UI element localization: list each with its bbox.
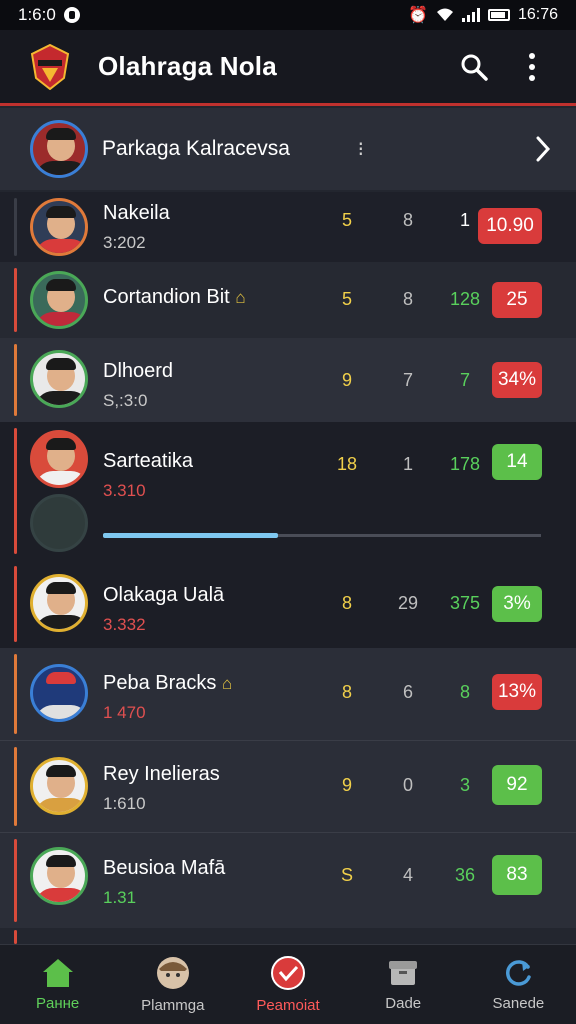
player-sub: 3.310 [103,481,146,500]
player-sub: 1 470 [103,703,146,722]
league-avatar [30,120,88,178]
player-sub: S,:3:0 [103,391,148,410]
league-options-icon[interactable]: ⁝ [358,137,364,162]
player-avatar [30,757,88,815]
score-badge: 14 [492,444,542,480]
nav-home[interactable]: Pанне [0,945,115,1024]
player-name: Sarteatika [103,450,194,472]
battery-icon [487,9,510,21]
club-crest-avatar [30,494,88,552]
stat-col-2: 7 [402,370,413,390]
box-icon [389,961,418,985]
player-name: Peba Bracks ⌂ [103,672,233,694]
app-title: Olahraga Nola [98,51,277,81]
player-name: Olakaga Ualā [103,584,225,606]
player-name: Nakeila [103,202,170,224]
league-name: Parkaga Kalracevsa [102,137,290,160]
player-row-expanded[interactable]: Sarteatika 3.310 18 1 178 14 [0,422,576,560]
score-badge: 25 [492,282,542,318]
player-sub: 1.31 [103,888,137,907]
stat-col-2: 29 [397,593,419,613]
wifi-icon [436,8,453,21]
player-row[interactable]: Cortandion Bit ⌂ 5 8 128 25 [0,262,576,338]
stat-col-1: 5 [341,210,352,230]
score-badge: 10.90 [478,208,542,244]
player-avatar [30,664,88,722]
player-name: Rey Inelieras [103,763,220,785]
chevron-right-icon[interactable] [534,135,552,163]
player-row[interactable]: Nakeila 3:202 5 8 1 10.90 [0,192,576,262]
stat-col-1: 8 [341,593,352,613]
stat-col-1: 18 [336,454,358,474]
player-sub: 3.332 [103,615,146,634]
nav-refresh[interactable]: Sanede [461,945,576,1024]
status-right-text: 16:76 [517,6,558,23]
progress-fill [103,533,279,538]
nav-box[interactable]: Dade [346,945,461,1024]
score-badge: 92 [492,765,542,805]
player-name: Cortandion Bit ⌂ [103,286,246,308]
stat-col-1: 8 [341,682,352,702]
player-name: Beusioa Mafā [103,857,226,879]
status-time: 1:6:0 [18,5,56,24]
stat-col-1: 9 [341,370,352,390]
progress-bar [103,533,541,538]
home-icon [42,959,73,987]
search-icon[interactable] [454,47,494,87]
signal-icon [461,8,480,22]
house-icon: ⌂ [235,288,246,307]
league-header-row[interactable]: Parkaga Kalracevsa ⁝ [0,108,576,190]
app-bar: Olahraga Nola [0,30,576,106]
stat-col-1: 9 [341,775,352,795]
stat-col-2: 0 [402,775,413,795]
stat-col-3: 3 [459,775,470,795]
player-row[interactable]: Beusioa Mafā 1.31 S 4 36 83 [0,832,576,928]
stat-col-3: 128 [449,289,481,309]
player-row[interactable]: Peba Bracks ⌂ 1 470 8 6 8 13% [0,648,576,740]
alarm-icon: ⏰ [408,7,428,24]
club-logo-icon [30,43,70,90]
check-badge-icon [271,956,305,990]
status-bar: 1:6:0 ⏰ 16:76 [0,0,576,30]
player-avatar [30,350,88,408]
stat-col-2: 6 [402,682,413,702]
player-row[interactable]: Rey Inelieras 1:610 9 0 3 92 [0,740,576,832]
stat-col-3: 178 [449,454,481,474]
player-sub: 3:202 [103,233,146,252]
nav-center[interactable]: Peamoiat [230,945,345,1024]
player-name: Dlhoerd [103,360,174,382]
score-badge: 13% [492,674,542,710]
notification-icon [63,7,80,23]
stat-col-2: 8 [402,289,413,309]
player-avatar [30,574,88,632]
player-avatar [30,430,88,488]
bottom-navigation: Pанне Рlаmmga Peamoiat Dade Sanede [0,944,576,1024]
player-row-partial[interactable] [0,928,576,944]
player-row[interactable]: Olakaga Ualā 3.332 8 29 375 3% [0,560,576,648]
stat-col-3: 7 [459,370,470,390]
score-badge: 3% [492,586,542,622]
house-icon: ⌂ [221,674,233,693]
stat-col-1: S [340,865,353,885]
player-avatar [30,198,88,256]
stat-col-2: 1 [402,454,413,474]
stat-col-3: 375 [449,593,481,613]
stat-col-2: 4 [402,865,413,885]
stat-col-1: 5 [341,289,352,309]
stat-col-3: 36 [454,865,476,885]
nav-profile[interactable]: Рlаmmga [115,945,230,1024]
score-badge: 83 [492,855,542,895]
stat-col-2: 8 [402,210,413,230]
more-vert-icon[interactable] [512,47,552,87]
player-avatar [30,847,88,905]
player-row[interactable]: Dlhoerd S,:3:0 9 7 7 34% [0,338,576,422]
score-badge: 34% [492,362,542,398]
profile-icon [156,957,189,989]
player-sub: 1:610 [103,794,146,813]
refresh-icon [506,960,532,986]
stat-col-3: 8 [459,682,470,702]
player-avatar [30,271,88,329]
